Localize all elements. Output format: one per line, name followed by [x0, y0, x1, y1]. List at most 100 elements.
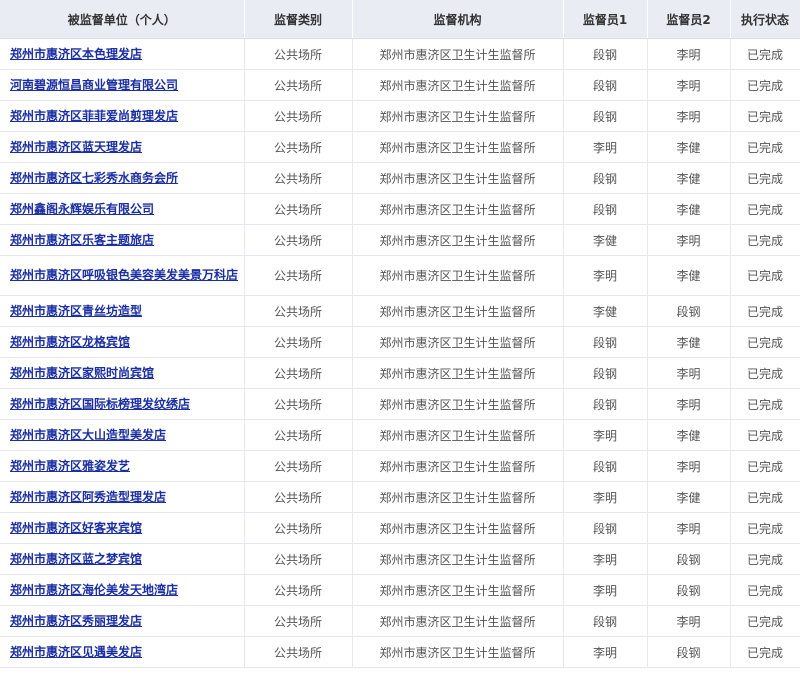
table-row: 郑州市惠济区大山造型美发店 公共场所 郑州市惠济区卫生计生监督所 李明 李健 已完成 — [0, 419, 800, 451]
unit-cell: 郑州市惠济区雅姿发艺 — [0, 450, 245, 482]
inspector2-cell: 李健 — [647, 481, 731, 513]
inspector2-cell: 李明 — [647, 605, 731, 637]
table-row: 河南碧源恒昌商业管理有限公司 公共场所 郑州市惠济区卫生计生监督所 段钢 李明 已完成 — [0, 69, 800, 101]
table-row: 郑州市惠济区秀丽理发店 公共场所 郑州市惠济区卫生计生监督所 段钢 李明 已完成 — [0, 605, 800, 637]
category-cell: 公共场所 — [244, 326, 353, 358]
inspector2-cell: 李健 — [647, 419, 731, 451]
inspector1-cell: 段钢 — [563, 450, 648, 482]
inspector1-cell: 李明 — [563, 255, 648, 296]
unit-cell: 郑州市惠济区国际标榜理发纹绣店 — [0, 388, 245, 420]
inspector2-cell: 段钢 — [647, 295, 731, 327]
header-row: 被监督单位（个人） 监督类别 监督机构 监督员1 监督员2 执行状态 — [0, 0, 800, 39]
unit-link[interactable]: 郑州市惠济区乐客主题旅店 — [10, 233, 154, 247]
status-cell: 已完成 — [730, 543, 800, 575]
unit-cell: 郑州市惠济区七彩秀水商务会所 — [0, 162, 245, 194]
inspector2-cell: 李明 — [647, 357, 731, 389]
category-cell: 公共场所 — [244, 450, 353, 482]
table-row: 郑州市惠济区呼吸银色美容美发美景万科店 公共场所 郑州市惠济区卫生计生监督所 李明 李健… — [0, 255, 800, 296]
unit-link[interactable]: 郑州市惠济区大山造型美发店 — [10, 428, 166, 442]
table-row: 郑州市惠济区见遇美发店 公共场所 郑州市惠济区卫生计生监督所 李明 段钢 已完成 — [0, 636, 800, 668]
status-cell: 已完成 — [730, 512, 800, 544]
unit-link[interactable]: 郑州市惠济区见遇美发店 — [10, 645, 142, 659]
agency-cell: 郑州市惠济区卫生计生监督所 — [352, 131, 564, 163]
header-unit: 被监督单位（个人） — [0, 0, 245, 39]
inspector1-cell: 段钢 — [563, 193, 648, 225]
inspector1-cell: 李健 — [563, 295, 648, 327]
agency-cell: 郑州市惠济区卫生计生监督所 — [352, 224, 564, 256]
table-row: 郑州市惠济区蓝天理发店 公共场所 郑州市惠济区卫生计生监督所 李明 李健 已完成 — [0, 131, 800, 163]
unit-link[interactable]: 郑州市惠济区青丝坊造型 — [10, 304, 142, 318]
unit-link[interactable]: 郑州市惠济区国际标榜理发纹绣店 — [10, 397, 190, 411]
unit-link[interactable]: 郑州市惠济区家熙时尚宾馆 — [10, 366, 154, 380]
status-cell: 已完成 — [730, 295, 800, 327]
inspector2-cell: 段钢 — [647, 574, 731, 606]
agency-cell: 郑州市惠济区卫生计生监督所 — [352, 512, 564, 544]
category-cell: 公共场所 — [244, 636, 353, 668]
status-cell: 已完成 — [730, 605, 800, 637]
inspector1-cell: 段钢 — [563, 69, 648, 101]
inspector2-cell: 李健 — [647, 193, 731, 225]
table-row: 郑州市惠济区海伦美发天地湾店 公共场所 郑州市惠济区卫生计生监督所 李明 段钢 已完成 — [0, 574, 800, 606]
agency-cell: 郑州市惠济区卫生计生监督所 — [352, 100, 564, 132]
inspector2-cell: 李健 — [647, 255, 731, 296]
header-status: 执行状态 — [730, 0, 800, 39]
agency-cell: 郑州市惠济区卫生计生监督所 — [352, 255, 564, 296]
table-row: 郑州市惠济区龙格宾馆 公共场所 郑州市惠济区卫生计生监督所 段钢 李健 已完成 — [0, 326, 800, 358]
unit-link[interactable]: 郑州市惠济区蓝天理发店 — [10, 140, 142, 154]
unit-link[interactable]: 郑州市惠济区好客来宾馆 — [10, 521, 142, 535]
table-row: 郑州市惠济区乐客主题旅店 公共场所 郑州市惠济区卫生计生监督所 李健 李明 已完成 — [0, 224, 800, 256]
table-row: 郑州市惠济区家熙时尚宾馆 公共场所 郑州市惠济区卫生计生监督所 段钢 李明 已完成 — [0, 357, 800, 389]
unit-link[interactable]: 郑州鑫阁永辉娱乐有限公司 — [10, 202, 154, 216]
status-cell: 已完成 — [730, 419, 800, 451]
unit-link[interactable]: 郑州市惠济区秀丽理发店 — [10, 614, 142, 628]
unit-link[interactable]: 郑州市惠济区阿秀造型理发店 — [10, 490, 166, 504]
agency-cell: 郑州市惠济区卫生计生监督所 — [352, 193, 564, 225]
unit-cell: 郑州市惠济区阿秀造型理发店 — [0, 481, 245, 513]
status-cell: 已完成 — [730, 481, 800, 513]
status-cell: 已完成 — [730, 636, 800, 668]
inspector2-cell: 李明 — [647, 224, 731, 256]
category-cell: 公共场所 — [244, 543, 353, 575]
inspector1-cell: 段钢 — [563, 162, 648, 194]
category-cell: 公共场所 — [244, 481, 353, 513]
table-row: 郑州市惠济区本色理发店 公共场所 郑州市惠济区卫生计生监督所 段钢 李明 已完成 — [0, 38, 800, 70]
table-row: 郑州市惠济区青丝坊造型 公共场所 郑州市惠济区卫生计生监督所 李健 段钢 已完成 — [0, 295, 800, 327]
agency-cell: 郑州市惠济区卫生计生监督所 — [352, 388, 564, 420]
unit-link[interactable]: 郑州市惠济区蓝之梦宾馆 — [10, 552, 142, 566]
inspector1-cell: 段钢 — [563, 512, 648, 544]
unit-cell: 郑州市惠济区好客来宾馆 — [0, 512, 245, 544]
unit-link[interactable]: 郑州市惠济区七彩秀水商务会所 — [10, 171, 178, 185]
table-row: 郑州市惠济区阿秀造型理发店 公共场所 郑州市惠济区卫生计生监督所 李明 李健 已完成 — [0, 481, 800, 513]
category-cell: 公共场所 — [244, 69, 353, 101]
unit-link[interactable]: 郑州市惠济区海伦美发天地湾店 — [10, 583, 178, 597]
inspector1-cell: 李明 — [563, 636, 648, 668]
inspector2-cell: 李健 — [647, 162, 731, 194]
agency-cell: 郑州市惠济区卫生计生监督所 — [352, 357, 564, 389]
header-category: 监督类别 — [244, 0, 353, 39]
status-cell: 已完成 — [730, 255, 800, 296]
category-cell: 公共场所 — [244, 162, 353, 194]
unit-link[interactable]: 郑州市惠济区龙格宾馆 — [10, 335, 130, 349]
unit-link[interactable]: 河南碧源恒昌商业管理有限公司 — [10, 78, 178, 92]
agency-cell: 郑州市惠济区卫生计生监督所 — [352, 481, 564, 513]
status-cell: 已完成 — [730, 38, 800, 70]
unit-cell: 郑州市惠济区乐客主题旅店 — [0, 224, 245, 256]
inspector1-cell: 李明 — [563, 419, 648, 451]
unit-link[interactable]: 郑州市惠济区菲菲爱尚剪理发店 — [10, 109, 178, 123]
unit-cell: 郑州市惠济区青丝坊造型 — [0, 295, 245, 327]
unit-link[interactable]: 郑州市惠济区呼吸银色美容美发美景万科店 — [10, 268, 238, 282]
category-cell: 公共场所 — [244, 512, 353, 544]
unit-link[interactable]: 郑州市惠济区本色理发店 — [10, 47, 142, 61]
inspector1-cell: 段钢 — [563, 100, 648, 132]
table-row: 郑州市惠济区雅姿发艺 公共场所 郑州市惠济区卫生计生监督所 段钢 李明 已完成 — [0, 450, 800, 482]
unit-cell: 郑州市惠济区见遇美发店 — [0, 636, 245, 668]
unit-cell: 郑州市惠济区龙格宾馆 — [0, 326, 245, 358]
status-cell: 已完成 — [730, 357, 800, 389]
status-cell: 已完成 — [730, 326, 800, 358]
inspector2-cell: 李明 — [647, 69, 731, 101]
agency-cell: 郑州市惠济区卫生计生监督所 — [352, 419, 564, 451]
unit-cell: 郑州市惠济区蓝之梦宾馆 — [0, 543, 245, 575]
unit-link[interactable]: 郑州市惠济区雅姿发艺 — [10, 459, 130, 473]
header-inspector2: 监督员2 — [647, 0, 731, 39]
inspector2-cell: 段钢 — [647, 543, 731, 575]
